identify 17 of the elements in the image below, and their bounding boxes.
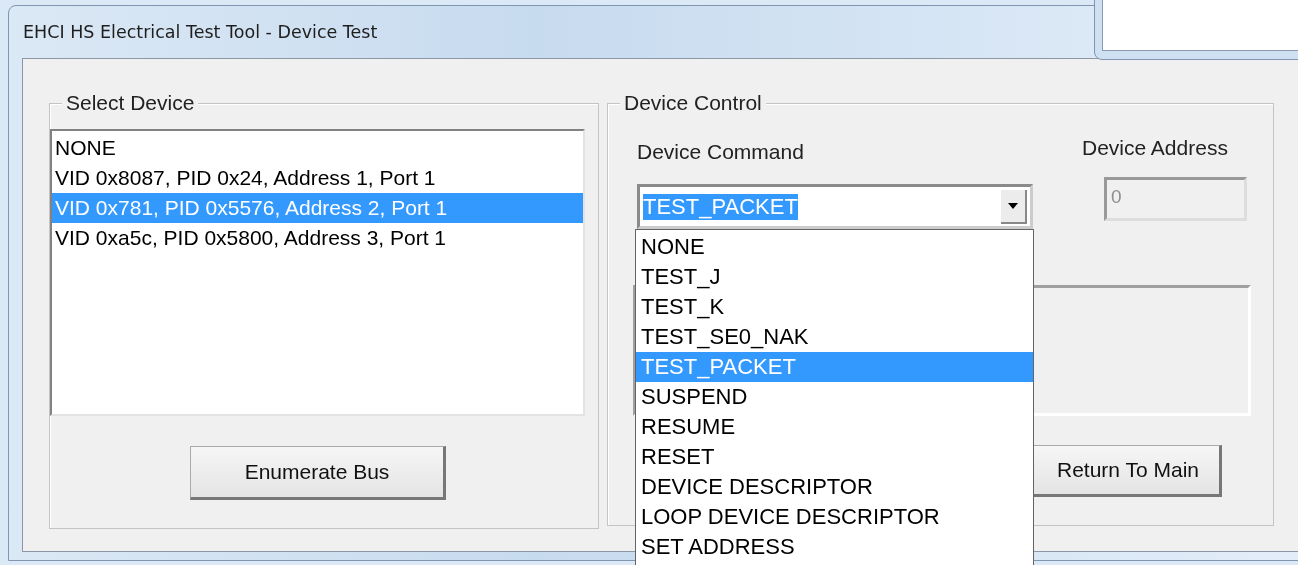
dropdown-option[interactable]: TEST_SE0_NAK bbox=[636, 322, 1033, 352]
dropdown-option[interactable]: RESUME bbox=[636, 412, 1033, 442]
enumerate-button[interactable]: Enumerate Bus bbox=[190, 446, 446, 500]
command-label: Device Command bbox=[637, 140, 804, 164]
dropdown-option[interactable]: TEST_J bbox=[636, 262, 1033, 292]
device-item[interactable]: NONE bbox=[52, 133, 583, 163]
device-item[interactable]: VID 0xa5c, PID 0x5800, Address 3, Port 1 bbox=[52, 223, 583, 253]
command-value: TEST_PACKET bbox=[643, 193, 798, 220]
dropdown-option[interactable]: LOOP DEVICE DESCRIPTOR bbox=[636, 502, 1033, 532]
device-item[interactable]: VID 0x8087, PID 0x24, Address 1, Port 1 bbox=[52, 163, 583, 193]
dropdown-option[interactable]: SUSPEND bbox=[636, 382, 1033, 412]
address-label: Device Address bbox=[1082, 136, 1228, 160]
window-title: EHCI HS Electrical Test Tool - Device Test bbox=[23, 22, 378, 42]
dropdown-option[interactable]: SET ADDRESS bbox=[636, 532, 1033, 562]
device-list[interactable]: NONE VID 0x8087, PID 0x24, Address 1, Port 1 VID 0x781, PID 0x5576, Address 2, Port 1 VID 0xa5c, PID 0x5800, Address 3, Port 1 bbox=[50, 129, 585, 416]
dropdown-option[interactable]: TEST_K bbox=[636, 292, 1033, 322]
dropdown-option[interactable]: NONE bbox=[636, 232, 1033, 262]
